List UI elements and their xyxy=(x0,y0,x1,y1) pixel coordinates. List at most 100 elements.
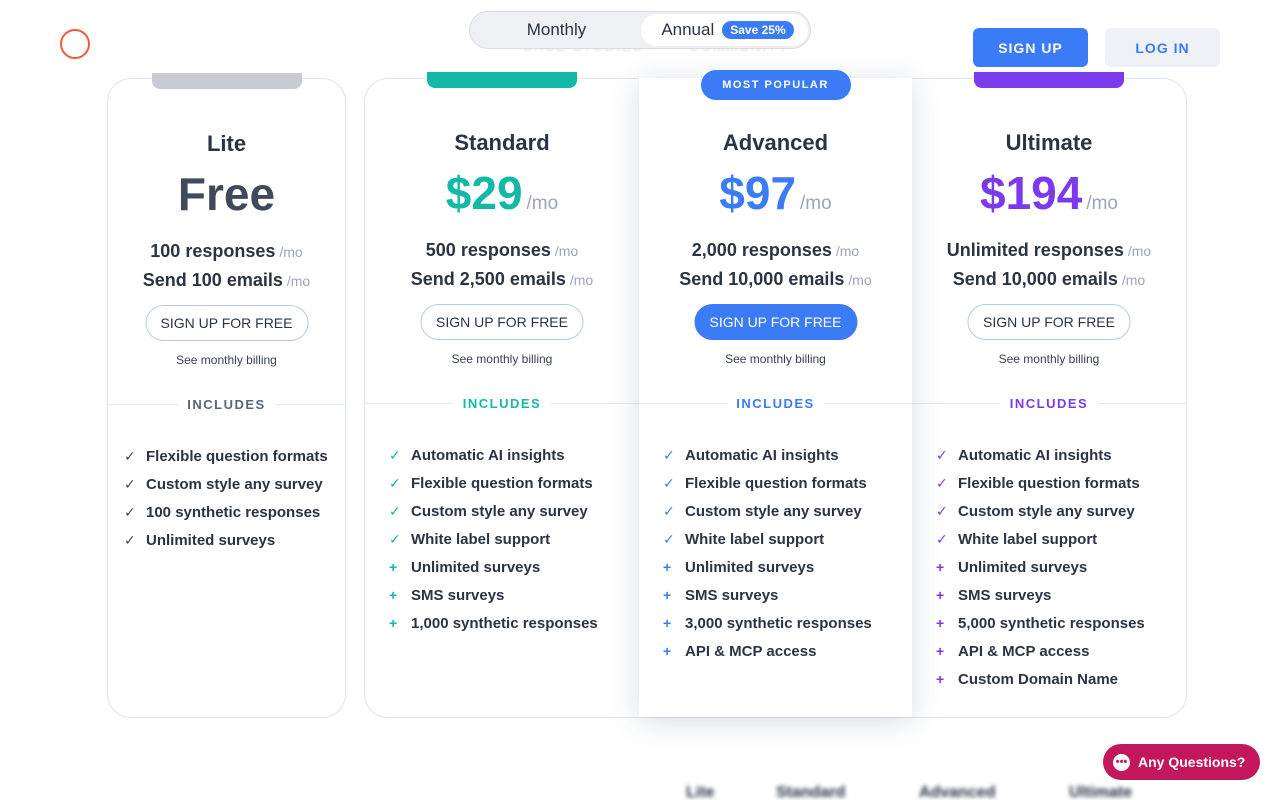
toggle-monthly-label: Monthly xyxy=(526,20,587,39)
check-icon: ✓ xyxy=(124,531,136,548)
feature-item: ✓ Unlimited surveys xyxy=(124,526,328,554)
feature-list: ✓ Automatic AI insights ✓ Flexible quest… xyxy=(663,441,872,665)
responses-unit: /mo xyxy=(1127,243,1152,259)
login-button[interactable]: LOG IN xyxy=(1105,28,1220,67)
compare-header-advanced: Advanced xyxy=(919,784,996,800)
plan-price: $194/mo xyxy=(912,166,1186,220)
responses-unit: /mo xyxy=(279,244,303,260)
check-icon: ✓ xyxy=(936,530,948,547)
emails-limit: Send 10,000 emails xyxy=(952,269,1118,289)
feature-item: ✓ Flexible question formats xyxy=(124,442,328,470)
plan-signup-button[interactable]: SIGN UP FOR FREE xyxy=(694,304,857,340)
plan-name: Lite xyxy=(206,131,247,156)
check-icon: ✓ xyxy=(663,502,675,519)
includes-label: INCLUDES xyxy=(726,396,825,411)
compare-header-lite: Lite xyxy=(686,784,715,800)
feature-item: + API & MCP access xyxy=(663,637,872,665)
feature-text: API & MCP access xyxy=(685,642,817,660)
plan-signup-button[interactable]: SIGN UP FOR FREE xyxy=(967,304,1131,340)
price-amount: $97 xyxy=(719,167,797,219)
toggle-annual[interactable]: Annual Save 25% xyxy=(640,14,808,46)
feature-item: ✓ Automatic AI insights xyxy=(389,441,598,469)
signup-button[interactable]: SIGN UP xyxy=(973,28,1088,67)
feature-item: + Unlimited surveys xyxy=(389,553,598,581)
plan-card-advanced: MOST POPULAR Advanced $97/mo 2,000 respon… xyxy=(639,70,912,717)
plan-signup-button[interactable]: SIGN UP FOR FREE xyxy=(145,305,308,341)
feature-item: + API & MCP access xyxy=(936,637,1145,665)
feature-text: Flexible question formats xyxy=(411,474,593,492)
feature-text: Unlimited surveys xyxy=(958,558,1088,576)
chat-label: Any Questions? xyxy=(1138,754,1246,770)
feature-text: Custom style any survey xyxy=(685,502,862,520)
feature-text: Automatic AI insights xyxy=(685,446,839,464)
feature-text: 3,000 synthetic responses xyxy=(685,614,872,632)
feature-item: ✓ Flexible question formats xyxy=(663,469,872,497)
toggle-monthly[interactable]: Monthly xyxy=(472,14,641,46)
feature-text: Flexible question formats xyxy=(958,474,1140,492)
plan-name: Standard xyxy=(454,130,550,155)
feature-item: + 1,000 synthetic responses xyxy=(389,609,598,637)
feature-text: Custom style any survey xyxy=(958,502,1135,520)
responses-limit: Unlimited responses xyxy=(946,240,1124,260)
feature-text: SMS surveys xyxy=(958,586,1052,604)
check-icon: ✓ xyxy=(389,446,401,463)
emails-unit: /mo xyxy=(569,272,594,288)
feature-item: ✓ White label support xyxy=(936,525,1145,553)
feature-text: 100 synthetic responses xyxy=(146,503,321,521)
plus-icon: + xyxy=(936,643,945,659)
feature-item: ✓ White label support xyxy=(389,525,598,553)
feature-text: Unlimited surveys xyxy=(411,558,541,576)
feature-text: Flexible question formats xyxy=(685,474,867,492)
feature-item: ✓ Flexible question formats xyxy=(936,469,1145,497)
feature-list: ✓ Flexible question formats ✓ Custom sty… xyxy=(124,442,328,554)
feature-list: ✓ Automatic AI insights ✓ Flexible quest… xyxy=(936,441,1145,693)
responses-limit: 100 responses xyxy=(150,241,276,261)
monthly-billing-link[interactable]: See monthly billing xyxy=(639,352,912,366)
monthly-billing-link[interactable]: See monthly billing xyxy=(365,352,639,366)
feature-text: White label support xyxy=(411,530,551,548)
chat-bubble-icon: ••• xyxy=(1113,753,1130,771)
feature-text: SMS surveys xyxy=(685,586,779,604)
plus-icon: + xyxy=(663,643,672,659)
compare-header-ultimate: Ultimate xyxy=(1069,784,1133,800)
check-icon: ✓ xyxy=(663,446,675,463)
check-icon: ✓ xyxy=(936,502,948,519)
plan-price: Free xyxy=(108,167,345,221)
feature-text: Automatic AI insights xyxy=(958,446,1112,464)
plan-tab-accent xyxy=(427,72,577,88)
feature-text: API & MCP access xyxy=(958,642,1090,660)
emails-unit: /mo xyxy=(848,272,872,288)
feature-item: ✓ Automatic AI insights xyxy=(936,441,1145,469)
emails-unit: /mo xyxy=(1121,272,1146,288)
plan-limits: 500 responses/mo Send 2,500 emails/mo xyxy=(365,236,639,294)
feature-item: ✓ Custom style any survey xyxy=(124,470,328,498)
emails-unit: /mo xyxy=(286,273,311,289)
check-icon: ✓ xyxy=(663,474,675,491)
feature-list: ✓ Automatic AI insights ✓ Flexible quest… xyxy=(389,441,598,637)
includes-label: INCLUDES xyxy=(999,396,1099,411)
responses-unit: /mo xyxy=(835,243,860,259)
feature-item: ✓ Custom style any survey xyxy=(389,497,598,525)
feature-item: ✓ Custom style any survey xyxy=(663,497,872,525)
monthly-billing-link[interactable]: See monthly billing xyxy=(108,353,345,367)
feature-text: White label support xyxy=(958,530,1098,548)
price-period: /mo xyxy=(526,193,559,214)
plan-card-standard: Standard $29/mo 500 responses/mo Send 2,… xyxy=(365,72,639,718)
includes-label: INCLUDES xyxy=(452,396,552,411)
feature-item: + 3,000 synthetic responses xyxy=(663,609,872,637)
plan-price: $97/mo xyxy=(639,166,912,220)
plan-limits: 100 responses/mo Send 100 emails/mo xyxy=(108,237,345,295)
plan-name: Advanced xyxy=(722,130,829,155)
feature-text: Custom style any survey xyxy=(411,502,588,520)
check-icon: ✓ xyxy=(389,502,401,519)
logo-icon[interactable] xyxy=(60,29,90,59)
monthly-billing-link[interactable]: See monthly billing xyxy=(912,352,1186,366)
billing-toggle[interactable]: Monthly Annual Save 25% xyxy=(469,11,811,49)
plan-tab-accent xyxy=(151,73,302,89)
plan-signup-button[interactable]: SIGN UP FOR FREE xyxy=(420,304,584,340)
price-amount: $29 xyxy=(445,167,523,219)
plan-card-lite: Lite Free 100 responses/mo Send 100 emai… xyxy=(107,73,346,718)
price-amount: $194 xyxy=(979,167,1083,219)
chat-button[interactable]: ••• Any Questions? xyxy=(1103,744,1260,780)
price-period: /mo xyxy=(1086,193,1119,214)
